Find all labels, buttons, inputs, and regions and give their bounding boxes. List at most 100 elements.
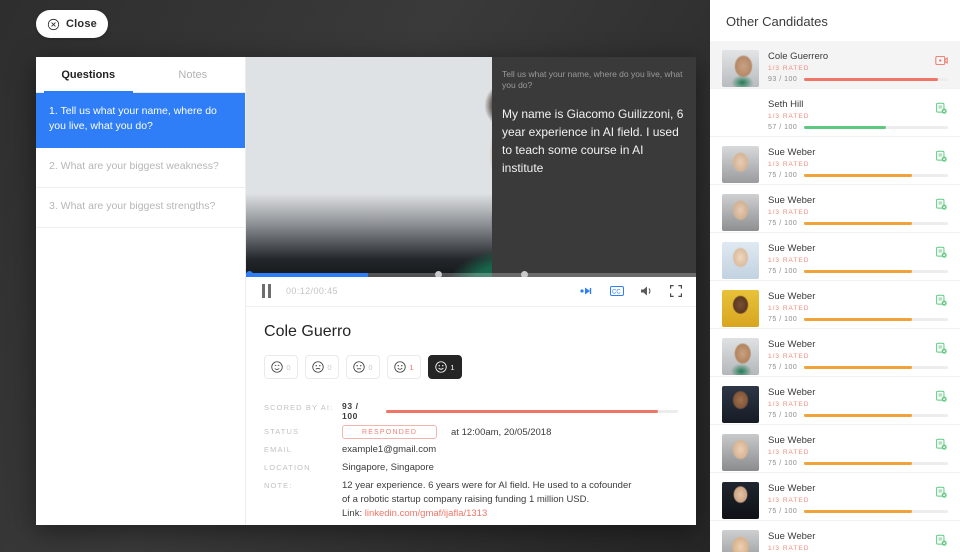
close-button[interactable]: Close (36, 10, 108, 38)
reaction-bar: 0 0 0 1 1 (264, 355, 678, 379)
candidate-row-score: 57 / 100 (768, 124, 798, 131)
scrubber-handle[interactable] (246, 271, 254, 277)
candidate-row-score-row: 75 / 100 (768, 460, 948, 467)
pause-icon[interactable] (262, 284, 272, 299)
candidate-row[interactable]: Sue Weber1/3 RATED75 / 100 (710, 473, 960, 521)
candidate-row[interactable]: Cole Guerrero 1/3 RATED 93 / 100 (710, 41, 960, 89)
candidate-row-icon[interactable] (935, 390, 948, 403)
interview-review-screen: Close Questions Notes 1. Tell us what yo… (0, 0, 960, 552)
candidate-row-rated: 1/3 RATED (768, 497, 810, 504)
candidate-row-icon[interactable] (935, 342, 948, 355)
other-candidates-sidebar[interactable]: Other Candidates Cole Guerrero 1/3 RATED 9… (710, 0, 960, 552)
candidate-row-icon[interactable] (935, 486, 948, 499)
svg-text:CC: CC (612, 290, 621, 296)
fullscreen-icon[interactable] (670, 285, 682, 298)
status-badge: RESPONDED (342, 425, 438, 439)
candidate-row-rated: 1/3 RATED (768, 545, 810, 552)
note-link[interactable]: linkedin.com/gmaf/ijafla/1313 (365, 508, 488, 519)
candidate-row-score-row: 75 / 100 (768, 412, 948, 419)
score-label: SCORED BY AI: (264, 403, 334, 412)
candidate-row-icon[interactable] (935, 534, 948, 547)
scrubber-marker-2[interactable] (520, 271, 528, 277)
candidate-info: Sue Weber1/3 RATED75 / 100 (768, 386, 948, 419)
candidate-row-bar (804, 510, 948, 513)
candidate-row[interactable]: Sue Weber1/3 RATED75 / 100 (710, 425, 960, 473)
candidate-row-icon[interactable] (935, 150, 948, 163)
candidate-info: Sue Weber1/3 RATED75 / 100 (768, 482, 948, 515)
candidate-info: Sue Weber1/3 RATED75 / 100 (768, 530, 948, 552)
emoji-happy-icon (435, 361, 448, 373)
candidate-row[interactable]: Sue Weber1/3 RATED75 / 100 (710, 329, 960, 377)
candidate-row-name: Seth Hill (768, 99, 804, 110)
emoji-grin-icon (271, 361, 284, 373)
candidate-row-name: Sue Weber (768, 483, 816, 494)
reaction-neutral[interactable]: 0 (346, 355, 381, 379)
candidate-row-icon[interactable] (935, 102, 948, 115)
reaction-frown[interactable]: 0 (305, 355, 340, 379)
candidate-row-icon[interactable] (935, 198, 948, 211)
candidate-row-icon[interactable] (935, 294, 948, 307)
sidebar-title: Other Candidates (726, 14, 828, 29)
candidate-row-bar (804, 366, 948, 369)
fact-row-status: STATUS RESPONDED at 12:00am, 20/05/2018 (264, 425, 678, 439)
playback-speed-icon[interactable] (580, 286, 594, 296)
note-added-icon (936, 486, 947, 498)
volume-icon[interactable] (640, 285, 654, 297)
avatar (722, 482, 759, 519)
candidate-list: Cole Guerrero 1/3 RATED 93 / 100 Seth Hill 1… (710, 41, 960, 552)
candidate-row[interactable]: Sue Weber1/3 RATED75 / 100 (710, 377, 960, 425)
candidate-info: Sue Weber1/3 RATED75 / 100 (768, 290, 948, 323)
candidate-row-score-row: 75 / 100 (768, 172, 948, 179)
transcript-question: Tell us what your name, where do you liv… (502, 69, 683, 90)
candidate-row-bar (804, 270, 948, 273)
candidate-row[interactable]: Sue Weber1/3 RATED75 / 100 (710, 233, 960, 281)
candidate-row-icon[interactable] (935, 438, 948, 451)
scrubber-marker-1[interactable] (435, 271, 442, 277)
score-value: 93 / 100 (342, 401, 359, 421)
note-line-2: of a robotic startup company raising fun… (342, 494, 590, 505)
candidate-row-icon[interactable] (935, 246, 948, 259)
emoji-neutral-icon (353, 361, 366, 373)
note-added-icon (936, 246, 947, 258)
email-value: example1@gmail.com (342, 444, 437, 455)
candidate-row-bar (804, 318, 948, 321)
candidate-row-name: Sue Weber (768, 339, 816, 350)
question-item-1[interactable]: 1. Tell us what your name, where do you … (36, 93, 246, 148)
fact-row-email: EMAIL example1@gmail.com (264, 443, 678, 457)
candidate-name: Cole Guerro (264, 323, 352, 340)
question-item-2[interactable]: 2. What are your biggest weakness? (36, 148, 246, 188)
video-scrubber[interactable] (246, 271, 696, 277)
candidate-row[interactable]: Sue Weber1/3 RATED75 / 100 (710, 185, 960, 233)
candidate-row-bar (804, 222, 948, 225)
reaction-grin[interactable]: 0 (264, 355, 299, 379)
closed-captions-icon[interactable]: CC (610, 286, 624, 297)
avatar (722, 386, 759, 423)
candidate-row-name: Sue Weber (768, 435, 816, 446)
emoji-frown-icon (312, 361, 325, 373)
video-time: 00:12/00:45 (286, 286, 338, 297)
question-item-3[interactable]: 3. What are your biggest strengths? (36, 188, 246, 228)
candidate-row[interactable]: Sue Weber1/3 RATED75 / 100 (710, 137, 960, 185)
candidate-row-rated: 1/3 RATED (768, 65, 810, 72)
avatar (722, 530, 759, 552)
candidate-row-icon[interactable] (935, 54, 948, 67)
candidate-facts: SCORED BY AI: 93 / 100 STATUS RESPONDED … (264, 401, 678, 521)
tab-notes[interactable]: Notes (141, 57, 246, 92)
reaction-happy[interactable]: 1 (428, 355, 463, 379)
candidate-info: Sue Weber1/3 RATED75 / 100 (768, 194, 948, 227)
candidate-row[interactable]: Seth Hill 1/3 RATED 57 / 100 (710, 89, 960, 137)
tab-questions[interactable]: Questions (36, 57, 141, 93)
emoji-smile-icon (394, 361, 407, 373)
video-player[interactable]: Tell us what your name, where do you liv… (246, 57, 696, 277)
tab-questions-label: Questions (61, 68, 116, 81)
panel-tabs: Questions Notes (36, 57, 246, 93)
candidate-info: Sue Weber1/3 RATED75 / 100 (768, 242, 948, 275)
note-link-row: Link: linkedin.com/gmaf/ijafla/1313 (342, 507, 631, 521)
candidate-row-rated: 1/3 RATED (768, 305, 810, 312)
avatar (722, 434, 759, 471)
reaction-smile[interactable]: 1 (387, 355, 422, 379)
candidate-row-name: Sue Weber (768, 243, 816, 254)
candidate-row[interactable]: Sue Weber1/3 RATED75 / 100 (710, 521, 960, 552)
note-added-icon (936, 198, 947, 210)
candidate-row[interactable]: Sue Weber1/3 RATED75 / 100 (710, 281, 960, 329)
